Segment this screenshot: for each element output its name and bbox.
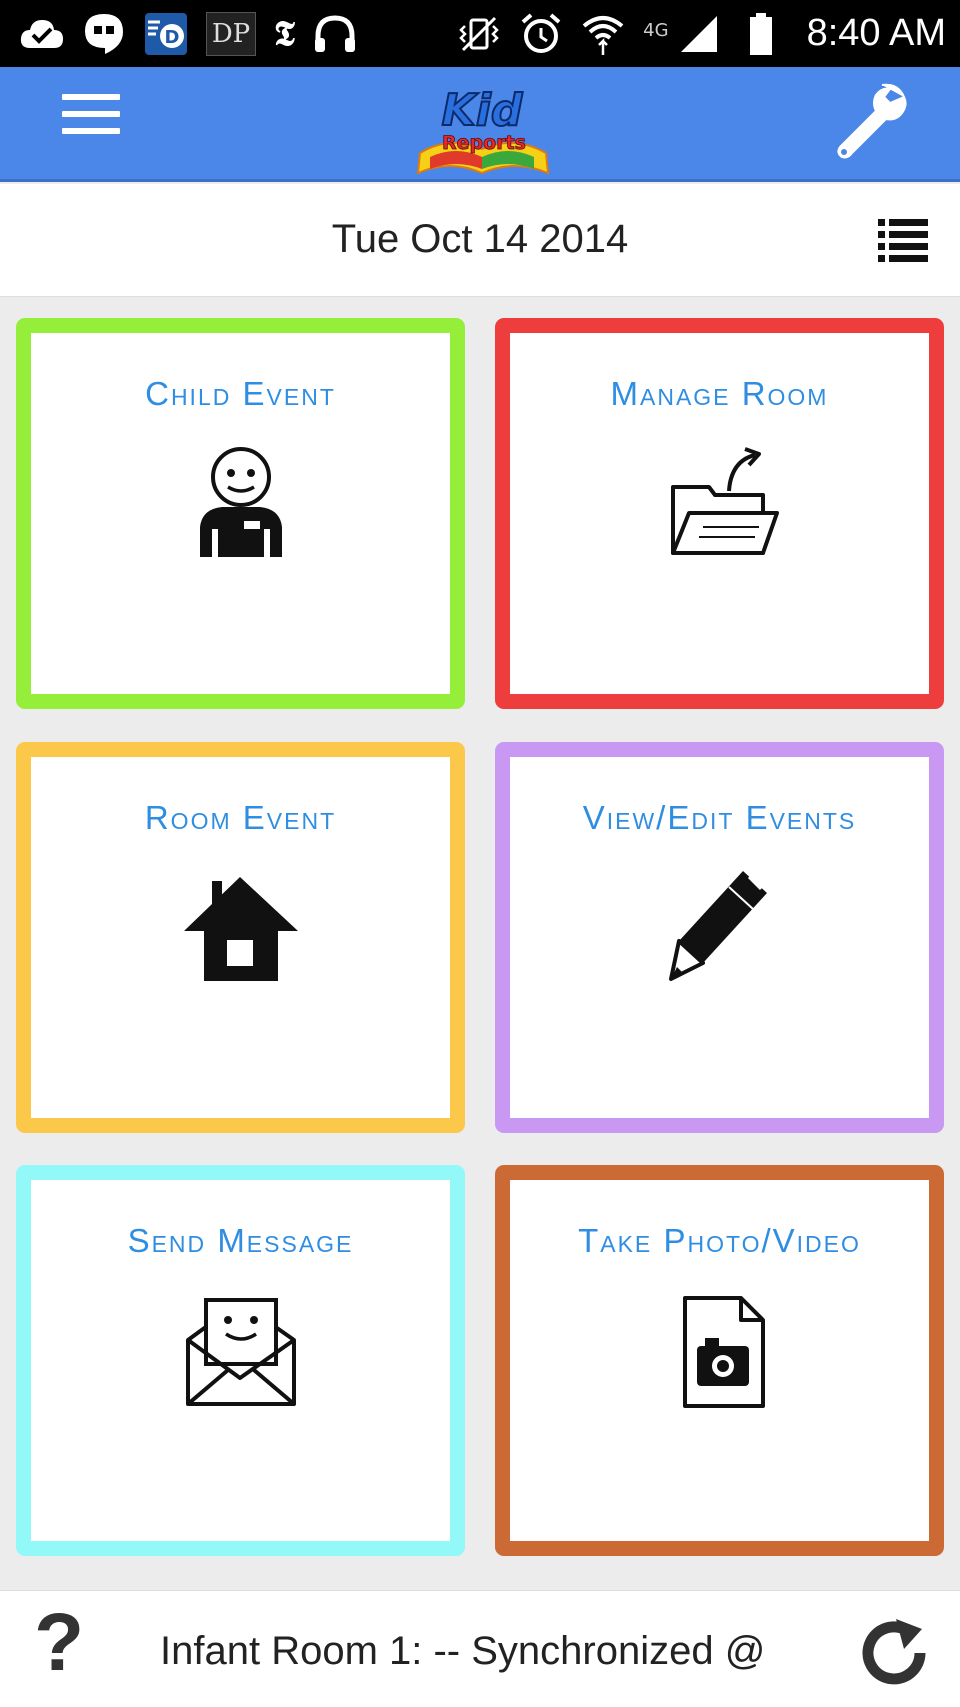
app-bar: Kid Reports xyxy=(0,67,960,182)
house-icon xyxy=(184,877,298,981)
status-bar: D DP 𝕿 4G 8:40 AM xyxy=(0,0,960,67)
date-bar: Tue Oct 14 2014 xyxy=(0,184,960,297)
tile-take-photo-video[interactable]: Take Photo/Video xyxy=(495,1165,944,1556)
logo-subtitle: Reports xyxy=(442,132,526,154)
child-icon xyxy=(200,447,282,557)
tile-label: View/Edit Events xyxy=(582,799,857,836)
tile-view-edit-events[interactable]: View/Edit Events xyxy=(495,742,944,1133)
headphones-icon xyxy=(313,12,357,56)
menu-icon[interactable] xyxy=(62,94,120,150)
signal-icon xyxy=(677,12,721,56)
folder-icon xyxy=(671,447,779,555)
vibrate-icon xyxy=(457,12,501,56)
tile-label: Manage Room xyxy=(610,375,829,412)
tile-label: Take Photo/Video xyxy=(578,1222,861,1259)
tile-label: Child Event xyxy=(145,375,336,412)
notification-icons: D DP 𝕿 xyxy=(20,11,357,56)
hangouts-icon xyxy=(82,12,126,56)
photo-file-icon xyxy=(683,1296,765,1408)
envelope-icon xyxy=(186,1298,296,1406)
wifi-icon xyxy=(581,12,625,56)
sync-status: Infant Room 1: -- Synchronized @ xyxy=(160,1629,766,1673)
network-type-label: 4G xyxy=(643,19,669,41)
tile-room-event[interactable]: Room Event xyxy=(16,742,465,1133)
battery-icon xyxy=(739,12,783,56)
refresh-icon[interactable] xyxy=(856,1615,934,1693)
svg-text:D: D xyxy=(165,27,180,48)
help-button[interactable]: ? xyxy=(34,1593,94,1693)
list-view-icon[interactable] xyxy=(878,217,928,262)
dictionary-icon: D xyxy=(144,12,188,56)
nyt-icon: 𝕿 xyxy=(274,13,295,54)
logo-title: Kid xyxy=(442,85,523,136)
tile-send-message[interactable]: Send Message xyxy=(16,1165,465,1556)
alarm-icon xyxy=(519,12,563,56)
tile-manage-room[interactable]: Manage Room xyxy=(495,318,944,709)
wrench-icon[interactable] xyxy=(826,79,908,161)
system-icons: 4G 8:40 AM xyxy=(457,12,946,56)
tile-child-event[interactable]: Child Event xyxy=(16,318,465,709)
tile-label: Room Event xyxy=(144,799,337,836)
clock: 8:40 AM xyxy=(806,12,946,54)
dp-icon: DP xyxy=(206,11,256,56)
current-date[interactable]: Tue Oct 14 2014 xyxy=(0,217,960,262)
checkmark-cloud-icon xyxy=(20,12,64,56)
pencil-icon xyxy=(669,871,767,981)
tile-label: Send Message xyxy=(127,1222,354,1259)
bottom-bar: ? Infant Room 1: -- Synchronized @ xyxy=(0,1590,960,1707)
kid-reports-logo: Kid Reports xyxy=(416,84,550,175)
